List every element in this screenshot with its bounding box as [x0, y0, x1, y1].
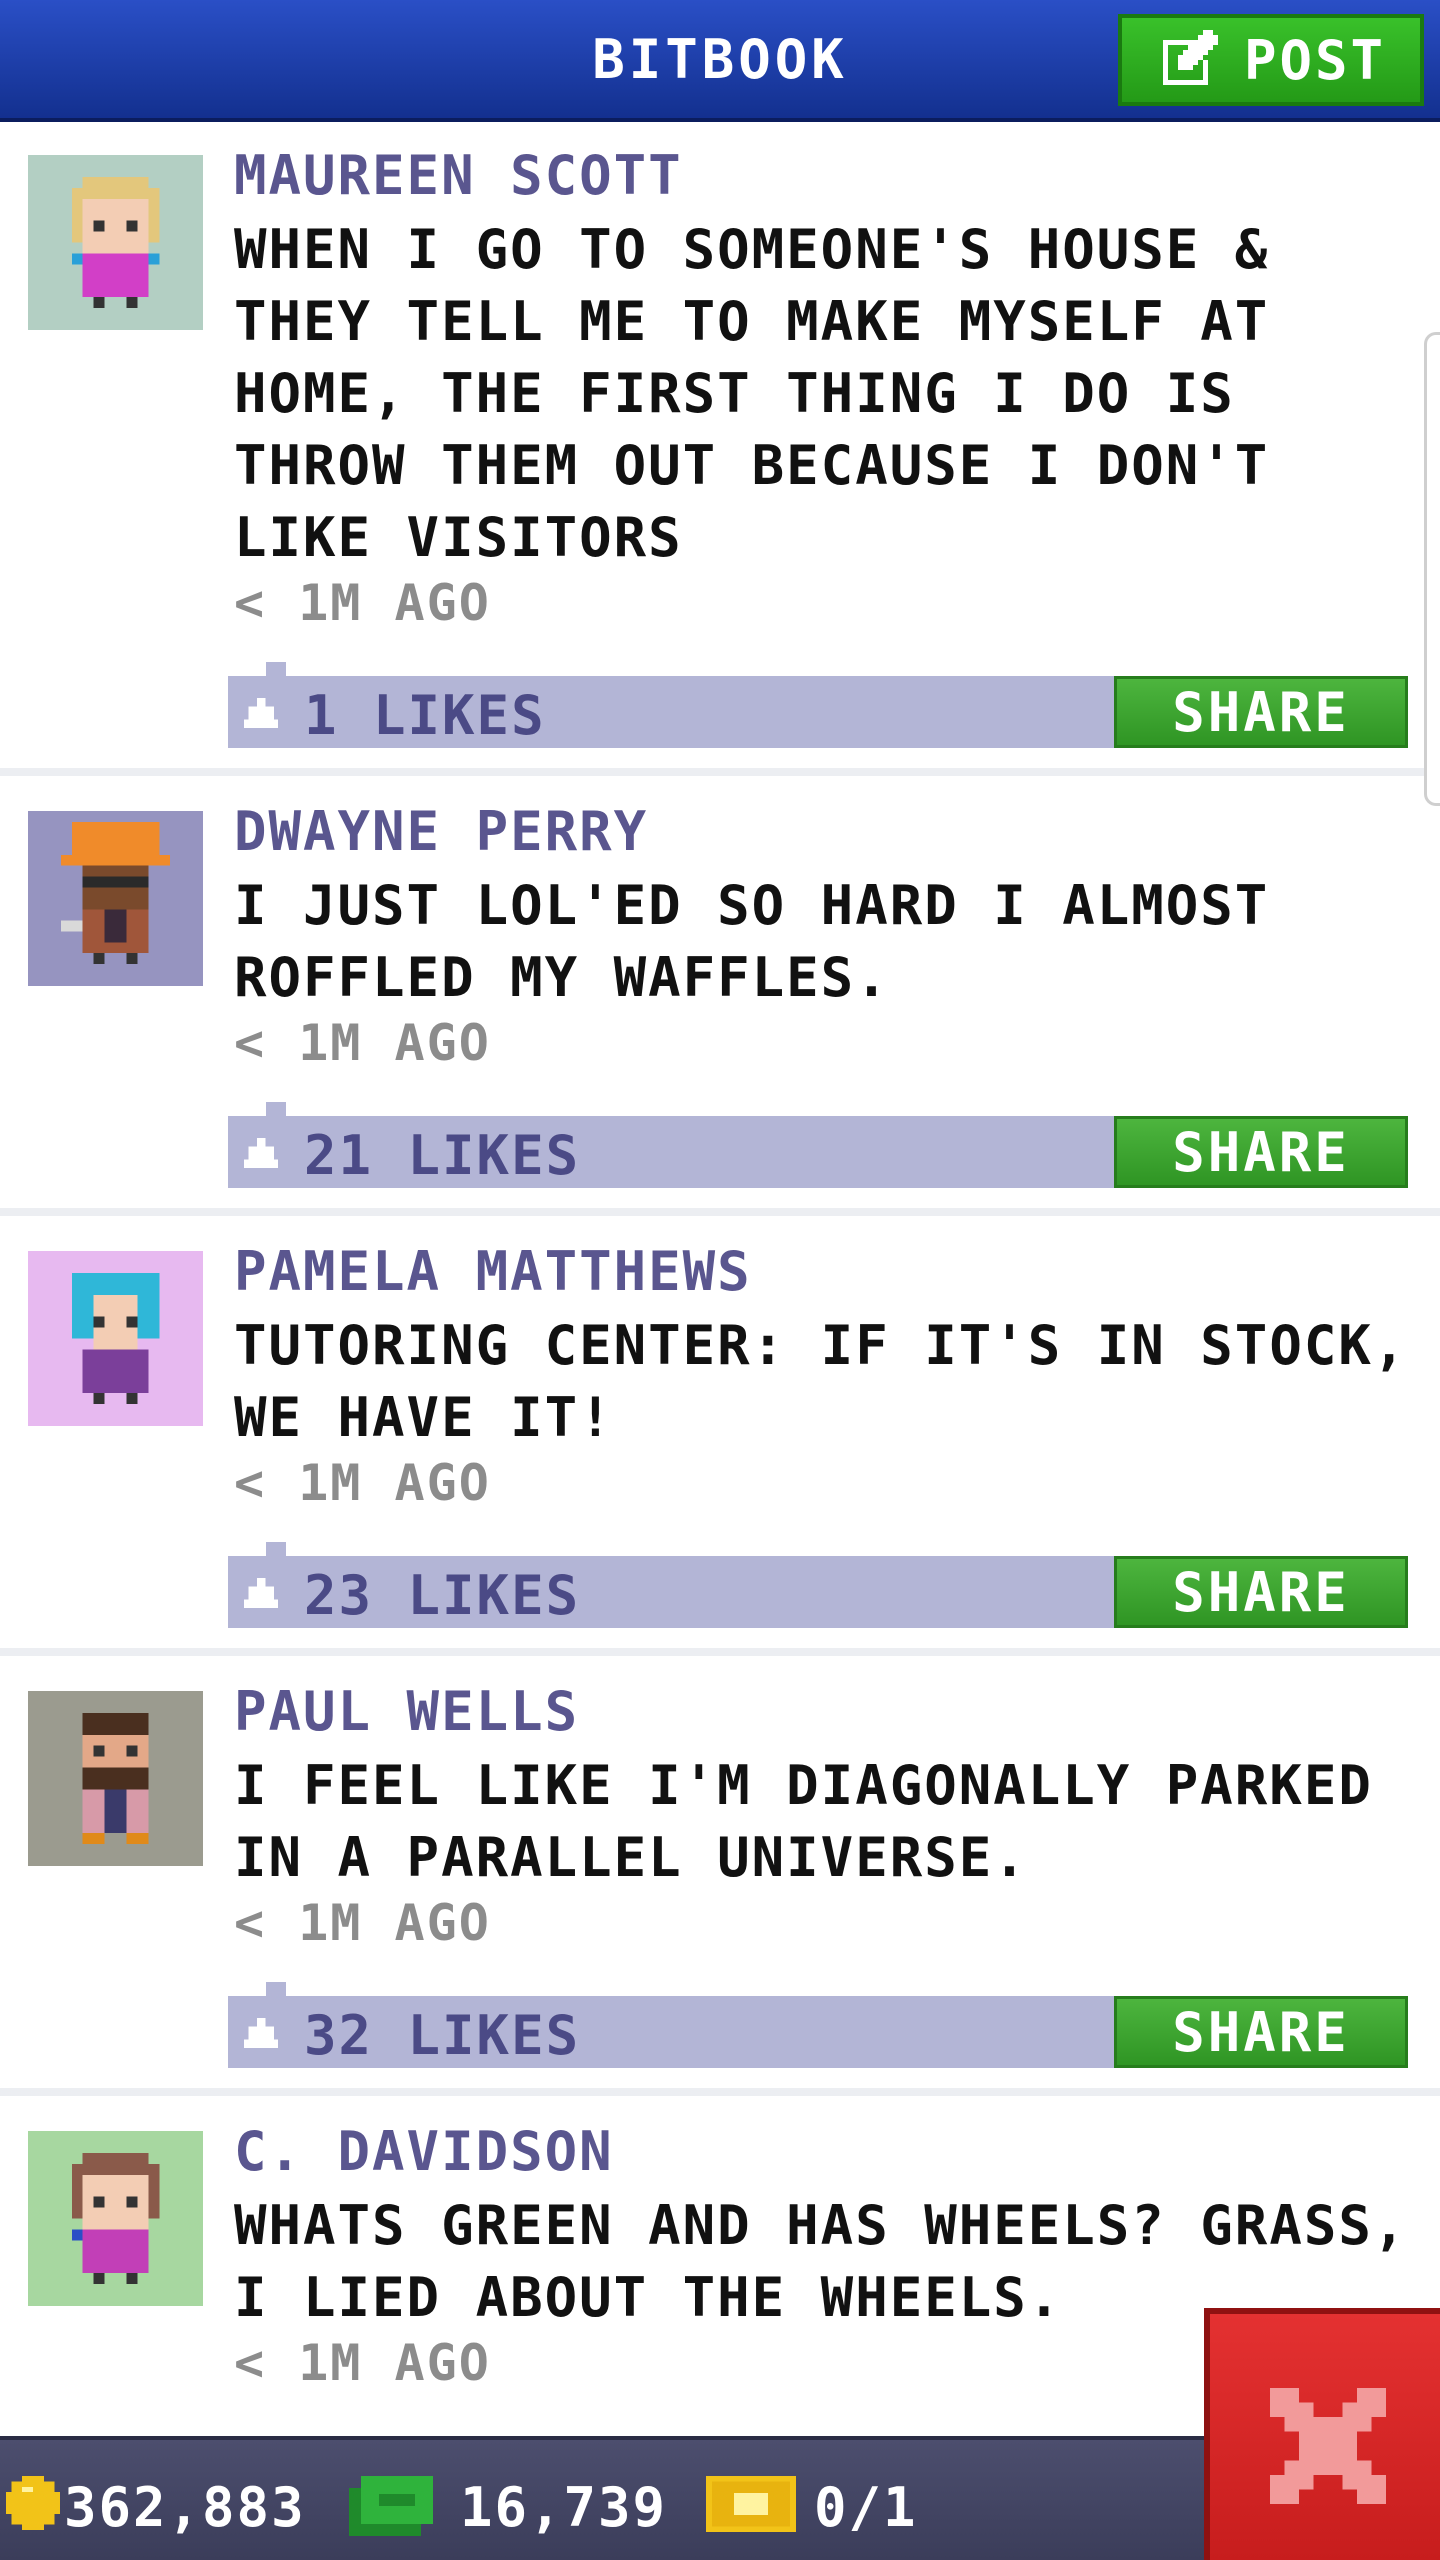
avatar[interactable]: [28, 1251, 203, 1426]
post-time: < 1M AGO: [234, 2334, 491, 2392]
tickets-count: 0/1: [814, 2476, 918, 2539]
post-button-label: POST: [1244, 28, 1387, 92]
avatar[interactable]: [28, 1691, 203, 1866]
like-icon[interactable]: [244, 2018, 278, 2048]
feed-post: DWAYNE PERRY I JUST LOL'ED SO HARD I ALM…: [0, 778, 1440, 1218]
post-time: < 1M AGO: [234, 1894, 491, 1952]
like-icon[interactable]: [244, 698, 278, 728]
post-text: I JUST LOL'ED SO HARD I ALMOST ROFFLED M…: [234, 874, 1270, 1009]
post-time: < 1M AGO: [234, 574, 491, 632]
likes-bar: 23 LIKES SHARE: [228, 1542, 1408, 1628]
likes-count: 21 LIKES: [304, 1124, 581, 1187]
share-button[interactable]: SHARE: [1114, 676, 1408, 748]
likes-count: 1 LIKES: [304, 684, 546, 747]
post-text: TUTORING CENTER: IF IT'S IN STOCK, WE HA…: [234, 1314, 1408, 1449]
feed-post: MAUREEN SCOTT WHEN I GO TO SOMEONE'S HOU…: [0, 122, 1440, 774]
bux-count: 16,739: [460, 2476, 668, 2539]
close-icon: [1270, 2388, 1386, 2504]
post-author[interactable]: C. DAVIDSON: [234, 2120, 614, 2183]
avatar[interactable]: [28, 2131, 203, 2306]
feed-post: PAUL WELLS I FEEL LIKE I'M DIAGONALLY PA…: [0, 1658, 1440, 2098]
divider: [0, 1208, 1440, 1216]
post-text: I FEEL LIKE I'M DIAGONALLY PARKED IN A P…: [234, 1754, 1373, 1889]
like-icon[interactable]: [244, 1578, 278, 1608]
likes-count: 32 LIKES: [304, 2004, 581, 2067]
likes-count: 23 LIKES: [304, 1564, 581, 1627]
divider: [0, 2088, 1440, 2096]
post-text: WHEN I GO TO SOMEONE'S HOUSE & THEY TELL…: [234, 218, 1270, 569]
feed-post: PAMELA MATTHEWS TUTORING CENTER: IF IT'S…: [0, 1218, 1440, 1658]
share-button[interactable]: SHARE: [1114, 1556, 1408, 1628]
avatar[interactable]: [28, 811, 203, 986]
divider: [0, 768, 1440, 776]
edit-icon: [1163, 30, 1218, 85]
ticket-icon: [706, 2476, 796, 2532]
share-button[interactable]: SHARE: [1114, 1996, 1408, 2068]
post-time: < 1M AGO: [234, 1014, 491, 1072]
post-author[interactable]: PAMELA MATTHEWS: [234, 1240, 752, 1303]
likes-bar: 21 LIKES SHARE: [228, 1102, 1408, 1188]
likes-bar: 32 LIKES SHARE: [228, 1982, 1408, 2068]
coins-count: 362,883: [64, 2476, 306, 2539]
coin-icon: [6, 2476, 60, 2530]
share-button[interactable]: SHARE: [1114, 1116, 1408, 1188]
post-author[interactable]: PAUL WELLS: [234, 1680, 579, 1743]
post-author[interactable]: DWAYNE PERRY: [234, 800, 648, 863]
divider: [0, 1648, 1440, 1656]
post-time: < 1M AGO: [234, 1454, 491, 1512]
like-icon[interactable]: [244, 1138, 278, 1168]
scroll-indicator[interactable]: [1424, 332, 1440, 806]
app-header: BITBOOK POST: [0, 0, 1440, 122]
bux-icon: [349, 2476, 433, 2536]
avatar[interactable]: [28, 155, 203, 330]
post-author[interactable]: MAUREEN SCOTT: [234, 144, 683, 207]
close-button[interactable]: [1204, 2308, 1440, 2560]
likes-bar: 1 LIKES SHARE: [228, 662, 1408, 748]
post-button[interactable]: POST: [1118, 14, 1424, 106]
